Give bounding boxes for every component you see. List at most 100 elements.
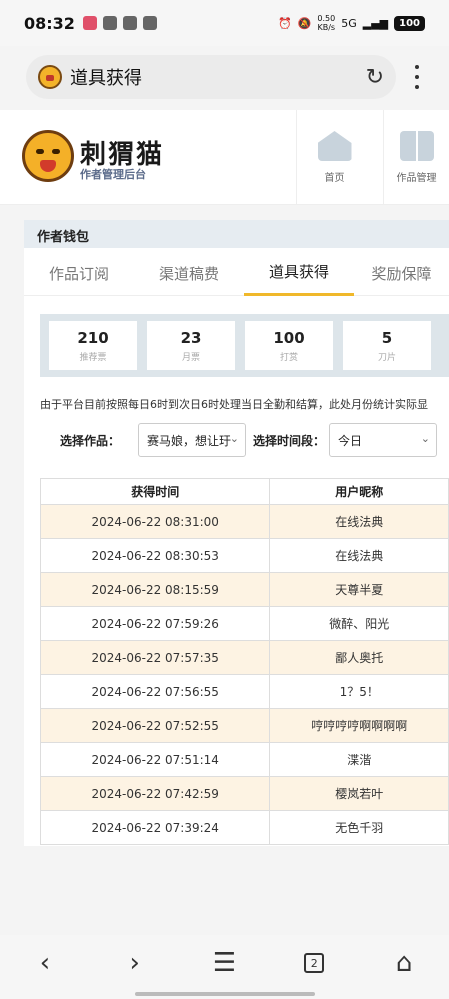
wallet-tabs: 作品订阅 渠道稿费 道具获得 奖励保障 [24, 250, 449, 296]
stats-bar: 210 推荐票 23 月票 100 打赏 5 刀片 [40, 314, 449, 377]
system-icons: ⏰ 🔕 0.50 KB/s 5G ▂▄▆ 100 [278, 14, 425, 32]
home-icon[interactable]: ⌂ [384, 943, 424, 983]
tab-rewards[interactable]: 奖励保障 [354, 250, 449, 296]
period-filter: 选择时间段： 今日 ⌄ [253, 423, 438, 457]
cell-time: 2024-06-22 07:51:14 [41, 743, 271, 777]
signal-wave-icon [142, 16, 157, 30]
page-title: 道具获得 [70, 68, 142, 89]
notification-icons [82, 16, 157, 30]
table-row: 2024-06-22 08:31:00 在线法典 [41, 505, 449, 539]
nav-home[interactable]: 首页 [296, 110, 372, 205]
cell-user: 哼哼哼哼啊啊啊啊 [270, 709, 449, 743]
browser-bottom-nav: ‹ › ☰ 2 ⌂ [0, 935, 449, 999]
tab-channel-fees[interactable]: 渠道稿费 [134, 250, 244, 296]
cell-time: 2024-06-22 08:15:59 [41, 573, 271, 607]
table-row: 2024-06-22 08:15:59 天尊半夏 [41, 573, 449, 607]
cell-time: 2024-06-22 07:57:35 [41, 641, 271, 675]
table-row: 2024-06-22 07:51:14 渫湝 [41, 743, 449, 777]
table-row: 2024-06-22 07:39:24 无色千羽 [41, 811, 449, 845]
work-filter: 选择作品： 赛马娘，想让玗 ⌄ [60, 423, 247, 457]
cell-user: 樱岚若叶 [270, 777, 449, 811]
house-icon [317, 131, 352, 161]
period-select-value: 今日 [338, 433, 363, 448]
table-row: 2024-06-22 07:57:35 鄙人奥托 [41, 641, 449, 675]
nav-home-label: 首页 [324, 173, 345, 184]
work-select-value: 赛马娘，想让玗 [147, 433, 232, 448]
book-icon [399, 131, 434, 161]
table-row: 2024-06-22 07:59:26 微醉、阳光 [41, 607, 449, 641]
cell-time: 2024-06-22 07:39:24 [41, 811, 271, 845]
back-icon[interactable]: ‹ [25, 943, 65, 983]
alarm-status-icon: ⏰ [277, 16, 292, 30]
period-filter-label: 选择时间段： [253, 433, 326, 448]
site-header: 刺猬猫 作者管理后台 首页 作品管理 [0, 110, 449, 205]
hedgehog-cat-logo[interactable] [22, 130, 74, 182]
tab-subscriptions[interactable]: 作品订阅 [24, 250, 134, 296]
tabs-button[interactable]: 2 [294, 943, 334, 983]
more-menu-icon[interactable] [410, 62, 424, 92]
wallet-title: 作者钱包 [24, 220, 449, 248]
gesture-bar [135, 992, 315, 996]
table-row: 2024-06-22 07:56:55 1？5！ [41, 675, 449, 709]
menu-icon[interactable]: ☰ [204, 943, 244, 983]
cell-user: 天尊半夏 [270, 573, 449, 607]
cell-time: 2024-06-22 08:31:00 [41, 505, 271, 539]
battery-level: 100 [394, 15, 425, 31]
items-table: 获得时间 用户昵称 2024-06-22 08:31:00 在线法典 2024-06… [40, 478, 449, 845]
signal-icon: ▂▄▆ [362, 16, 389, 30]
check-icon [122, 16, 137, 30]
header-time: 获得时间 [41, 479, 271, 505]
address-bar[interactable]: 道具获得 ↻ [26, 55, 396, 99]
cell-user: 在线法典 [270, 539, 449, 573]
stat-monthly: 23 月票 [147, 321, 235, 370]
stat-blades: 5 刀片 [343, 321, 431, 370]
stat-label: 月票 [181, 352, 200, 363]
site-favicon [38, 65, 62, 89]
chevron-down-icon: ⌄ [229, 432, 240, 445]
tab-items-received[interactable]: 道具获得 [244, 250, 354, 296]
stat-tips: 100 打赏 [245, 321, 333, 370]
cell-time: 2024-06-22 07:42:59 [41, 777, 271, 811]
stat-value: 5 [381, 328, 393, 347]
mute-icon: 🔕 [297, 16, 312, 30]
stat-value: 23 [180, 328, 202, 347]
network-type: 5G [341, 16, 357, 30]
work-filter-label: 选择作品： [60, 433, 121, 448]
reload-icon[interactable]: ↻ [366, 65, 384, 90]
cell-user: 1？5！ [270, 675, 449, 709]
cell-user: 在线法典 [270, 505, 449, 539]
cell-time: 2024-06-22 08:30:53 [41, 539, 271, 573]
stat-recommend: 210 推荐票 [49, 321, 137, 370]
cell-time: 2024-06-22 07:56:55 [41, 675, 271, 709]
forward-icon[interactable]: › [115, 943, 155, 983]
period-select[interactable]: 今日 ⌄ [329, 423, 438, 457]
nav-works-label: 作品管理 [396, 173, 437, 184]
stat-label: 打赏 [279, 352, 298, 363]
status-bar: 08:32 ⏰ 🔕 0.50 KB/s 5G ▂▄▆ 100 [0, 0, 449, 46]
stat-value: 100 [273, 328, 305, 347]
table-row: 2024-06-22 07:42:59 樱岚若叶 [41, 777, 449, 811]
app-notification-icon [82, 16, 97, 30]
cell-time: 2024-06-22 07:59:26 [41, 607, 271, 641]
network-speed: 0.50 KB/s [317, 14, 336, 32]
chevron-down-icon: ⌄ [420, 432, 431, 445]
status-time: 08:32 [24, 13, 75, 33]
table-header: 获得时间 用户昵称 [41, 479, 449, 505]
cell-user: 渫湝 [270, 743, 449, 777]
brand-subtitle: 作者管理后台 [80, 168, 146, 181]
stat-value: 210 [77, 328, 109, 347]
nav-works[interactable]: 作品管理 [383, 110, 449, 205]
header-user: 用户昵称 [270, 479, 449, 505]
work-select[interactable]: 赛马娘，想让玗 ⌄ [138, 423, 247, 457]
cell-time: 2024-06-22 07:52:55 [41, 709, 271, 743]
cell-user: 无色千羽 [270, 811, 449, 845]
tab-count: 2 [304, 953, 325, 973]
table-row: 2024-06-22 07:52:55 哼哼哼哼啊啊啊啊 [41, 709, 449, 743]
cell-user: 鄙人奥托 [270, 641, 449, 675]
alarm-icon [102, 16, 117, 30]
cell-user: 微醉、阳光 [270, 607, 449, 641]
stat-label: 推荐票 [79, 352, 107, 363]
stat-label: 刀片 [377, 352, 396, 363]
table-row: 2024-06-22 08:30:53 在线法典 [41, 539, 449, 573]
settlement-notice: 由于平台目前按照每日6时到次日6时处理当日全勤和结算，此处月份统计实际显 [40, 398, 428, 411]
